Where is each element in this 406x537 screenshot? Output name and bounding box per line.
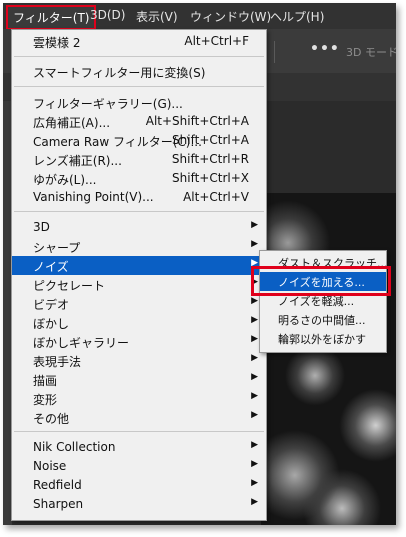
- menu-item-pixelate[interactable]: ピクセレート ▶: [12, 275, 266, 294]
- menu-item-blur[interactable]: ぼかし ▶: [12, 313, 266, 332]
- menu-item-label: Sharpen: [33, 497, 84, 511]
- menu-item-label: 輪郭以外をぼかす: [278, 333, 366, 346]
- menu-item-label: 雲模様 2: [33, 36, 81, 50]
- menu-item-adaptive-wide-angle[interactable]: 広角補正(A)... Alt+Shift+Ctrl+A: [12, 112, 266, 131]
- menu-item-nik-collection[interactable]: Nik Collection ▶: [12, 438, 266, 457]
- menu-item-label: Vanishing Point(V)...: [33, 190, 154, 204]
- submenu-arrow-icon: ▶: [251, 220, 258, 230]
- menu-3d[interactable]: 3D(D): [90, 8, 125, 22]
- menu-divider: [14, 431, 264, 432]
- submenu-arrow-icon: ▶: [251, 372, 258, 382]
- submenu-arrow-icon: ▶: [251, 353, 258, 363]
- menu-item-video[interactable]: ビデオ ▶: [12, 294, 266, 313]
- menu-item-shortcut: Alt+Ctrl+F: [184, 34, 249, 48]
- menu-item-label: Noise: [33, 459, 67, 473]
- menu-item-label: シャープ: [33, 241, 81, 255]
- menu-item-other[interactable]: その他 ▶: [12, 408, 266, 427]
- submenu-arrow-icon: ▶: [251, 497, 258, 507]
- menu-item-label: その他: [33, 412, 70, 426]
- more-options-icon[interactable]: •••: [310, 41, 340, 57]
- submenu-arrow-icon: ▶: [251, 296, 258, 306]
- callout-highlight-box: [251, 266, 391, 296]
- menu-item-last-filter[interactable]: 雲模様 2 Alt+Ctrl+F: [12, 32, 266, 51]
- menu-filter[interactable]: フィルター(T): [6, 5, 97, 30]
- submenu-arrow-icon: ▶: [251, 478, 258, 488]
- menu-item-vanishing-point[interactable]: Vanishing Point(V)... Alt+Ctrl+V: [12, 188, 266, 207]
- submenu-arrow-icon: ▶: [251, 410, 258, 420]
- menu-item-label: 広角補正(A)...: [33, 116, 111, 130]
- submenu-item-smart-blur[interactable]: 輪郭以外をぼかす: [260, 329, 386, 348]
- menu-item-blur-gallery[interactable]: ぼかしギャラリー ▶: [12, 332, 266, 351]
- menu-item-label: フィルターギャラリー(G)...: [33, 97, 183, 111]
- document-canvas[interactable]: [261, 193, 396, 525]
- menu-item-stylize[interactable]: 表現手法 ▶: [12, 351, 266, 370]
- menu-item-shortcut: Alt+Shift+Ctrl+A: [145, 114, 249, 128]
- menu-item-redfield[interactable]: Redfield ▶: [12, 476, 266, 495]
- menu-item-sharpen[interactable]: シャープ ▶: [12, 237, 266, 256]
- menu-item-noise-plugin[interactable]: Noise ▶: [12, 457, 266, 476]
- menu-item-label: 描画: [33, 374, 58, 388]
- submenu-arrow-icon: ▶: [251, 334, 258, 344]
- menu-item-filter-gallery[interactable]: フィルターギャラリー(G)...: [12, 93, 266, 112]
- menu-item-label: ノイズ: [33, 260, 69, 274]
- menu-item-label: ぼかしギャラリー: [33, 336, 130, 350]
- menu-item-label: ゆがみ(L)...: [33, 173, 97, 187]
- menu-item-label: 3D: [33, 220, 50, 234]
- submenu-arrow-icon: ▶: [251, 391, 258, 401]
- options-separator: [274, 41, 275, 63]
- menu-item-camera-raw[interactable]: Camera Raw フィルター(C)... Shift+Ctrl+A: [12, 131, 266, 150]
- photoshop-window: フィルター(T) 3D(D) 表示(V) ウィンドウ(W) ヘルプ(H) •••…: [3, 3, 396, 525]
- menu-item-label: 変形: [33, 393, 58, 407]
- menu-help[interactable]: ヘルプ(H): [270, 8, 324, 25]
- menu-view[interactable]: 表示(V): [136, 8, 178, 25]
- menu-item-render[interactable]: 描画 ▶: [12, 370, 266, 389]
- menu-item-label: ぼかし: [33, 317, 70, 331]
- menu-item-convert-smart-filter[interactable]: スマートフィルター用に変換(S): [12, 62, 266, 81]
- menu-item-label: スマートフィルター用に変換(S): [33, 66, 206, 80]
- menu-item-distort[interactable]: 変形 ▶: [12, 389, 266, 408]
- submenu-arrow-icon: ▶: [251, 459, 258, 469]
- menu-item-sharpen-plugin[interactable]: Sharpen ▶: [12, 495, 266, 514]
- menu-item-label: Nik Collection: [33, 440, 116, 454]
- submenu-arrow-icon: ▶: [251, 440, 258, 450]
- menu-bar: フィルター(T) 3D(D) 表示(V) ウィンドウ(W) ヘルプ(H): [3, 3, 396, 30]
- menu-item-label: 明るさの中間値...: [278, 314, 366, 327]
- menu-item-liquify[interactable]: ゆがみ(L)... Shift+Ctrl+X: [12, 169, 266, 188]
- menu-item-shortcut: Shift+Ctrl+X: [172, 171, 249, 185]
- submenu-item-median[interactable]: 明るさの中間値...: [260, 310, 386, 329]
- menu-item-shortcut: Shift+Ctrl+A: [172, 133, 249, 147]
- menu-item-label: ピクセレート: [33, 279, 106, 293]
- submenu-arrow-icon: ▶: [251, 315, 258, 325]
- menu-divider: [14, 56, 264, 57]
- menu-item-label: 表現手法: [33, 355, 82, 369]
- submenu-arrow-icon: ▶: [251, 239, 258, 249]
- menu-divider: [14, 211, 264, 212]
- menu-item-label: ビデオ: [33, 298, 70, 312]
- filter-dropdown-menu: 雲模様 2 Alt+Ctrl+F スマートフィルター用に変換(S) フィルターギ…: [11, 29, 267, 521]
- menu-item-noise[interactable]: ノイズ ▶: [12, 256, 266, 275]
- menu-item-label: レンズ補正(R)...: [33, 154, 122, 168]
- menu-window[interactable]: ウィンドウ(W): [190, 8, 271, 25]
- menu-item-shortcut: Shift+Ctrl+R: [171, 152, 249, 166]
- menu-item-3d[interactable]: 3D ▶: [12, 218, 266, 237]
- 3d-mode-label[interactable]: 3D モード: [346, 44, 396, 60]
- menu-item-label: Redfield: [33, 478, 82, 492]
- menu-item-lens-correction[interactable]: レンズ補正(R)... Shift+Ctrl+R: [12, 150, 266, 169]
- menu-item-shortcut: Alt+Ctrl+V: [183, 190, 249, 204]
- menu-divider: [14, 86, 264, 87]
